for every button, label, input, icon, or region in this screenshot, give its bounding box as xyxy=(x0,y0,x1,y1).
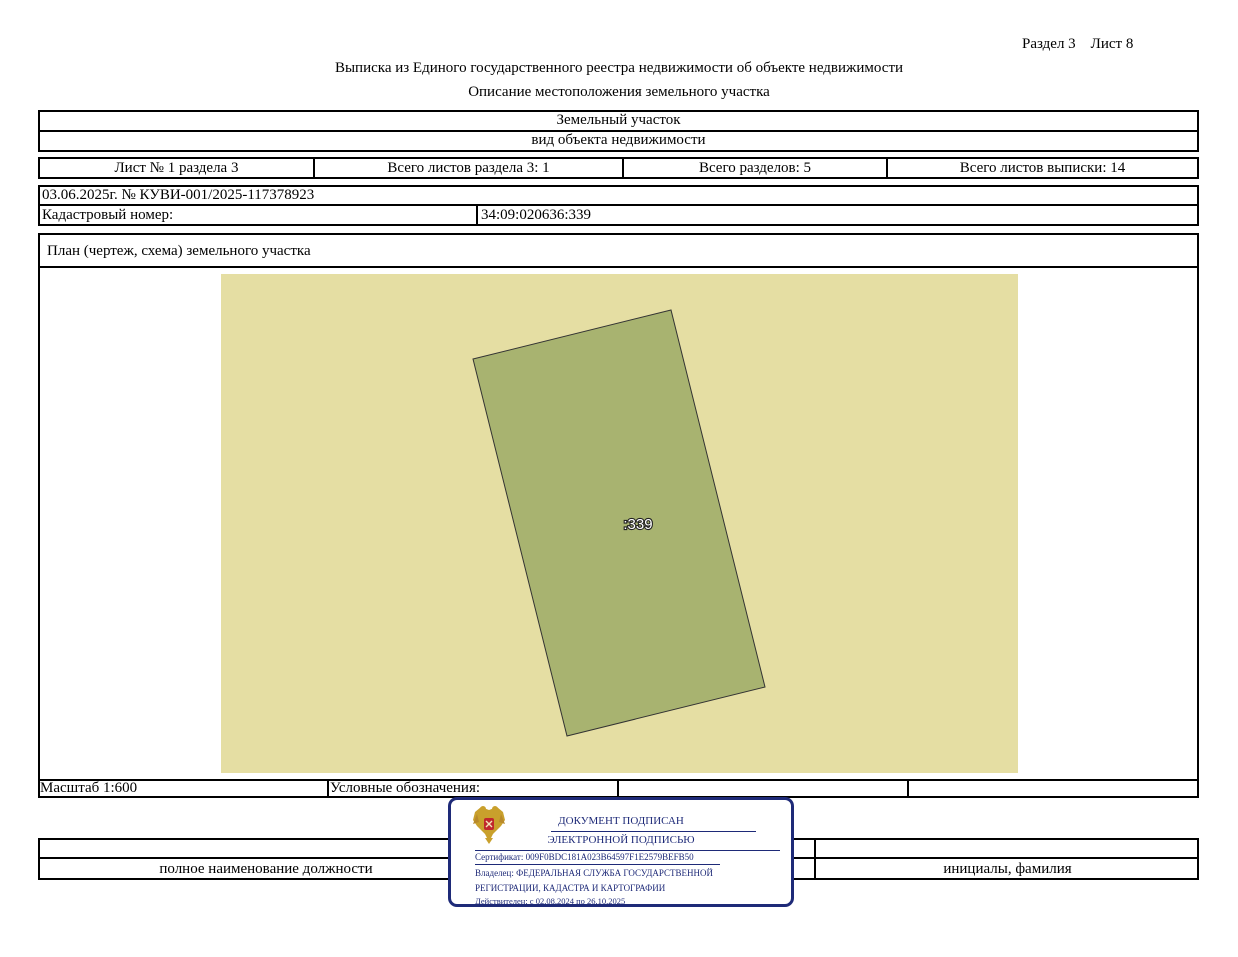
record-divider xyxy=(38,204,1199,206)
legend-divider-3 xyxy=(907,779,909,798)
parcel-number-label: :339 xyxy=(623,516,652,533)
position-caption: полное наименование должности xyxy=(159,861,373,877)
stamp-owner-line1: Владелец: ФЕДЕРАЛЬНАЯ СЛУЖБА ГОСУДАРСТВЕ… xyxy=(475,868,714,878)
total-sections: Всего разделов: 5 xyxy=(698,160,812,176)
record-date-number: 03.06.2025г. № КУВИ-001/2025-117378923 xyxy=(42,187,315,203)
cadastral-divider xyxy=(476,204,478,226)
stamp-certificate: Сертификат: 009F0BDC181A023B64597F1E2579… xyxy=(475,852,694,862)
cadastral-number-value: 34:09:020636:339 xyxy=(481,207,592,223)
legend-divider-2 xyxy=(617,779,619,798)
stamp-rule-1 xyxy=(551,831,756,832)
document-subtitle: Описание местоположения земельного участ… xyxy=(468,84,770,100)
stamp-valid-period: Действителен: с 02.08.2024 по 26.10.2025 xyxy=(475,896,626,906)
plan-map: :339 xyxy=(221,274,1018,773)
total-sheets-extract: Всего листов выписки: 14 xyxy=(959,160,1126,176)
section-sheet-label: Раздел 3 Лист 8 xyxy=(1022,36,1134,52)
sheet-of-section: Лист № 1 раздела 3 xyxy=(114,160,239,176)
object-type-value: Земельный участок xyxy=(556,112,681,128)
stamp-rule-3 xyxy=(475,864,720,865)
plan-title: План (чертеж, схема) земельного участка xyxy=(47,243,311,259)
legend-label: Условные обозначения: xyxy=(330,780,481,796)
document-title: Выписка из Единого государственного реес… xyxy=(334,60,904,76)
cadastral-number-label: Кадастровый номер: xyxy=(42,207,174,223)
stamp-rule-2 xyxy=(475,850,780,851)
plan-title-divider xyxy=(38,266,1199,268)
name-caption: инициалы, фамилия xyxy=(943,861,1072,877)
stamp-title-line1: ДОКУМЕНТ ПОДПИСАН xyxy=(558,815,684,827)
stamp-owner-line2: РЕГИСТРАЦИИ, КАДАСТРА И КАРТОГРАФИИ xyxy=(475,883,666,893)
total-sheets-section: Всего листов раздела 3: 1 xyxy=(387,160,550,176)
electronic-signature-stamp: ДОКУМЕНТ ПОДПИСАН ЭЛЕКТРОННОЙ ПОДПИСЬЮ С… xyxy=(448,797,794,907)
legend-divider-1 xyxy=(327,779,329,798)
object-type-caption: вид объекта недвижимости xyxy=(531,132,706,148)
plan-map-svg: :339 xyxy=(221,274,1018,773)
scale-label: Масштаб 1:600 xyxy=(40,780,138,796)
stamp-title-line2: ЭЛЕКТРОННОЙ ПОДПИСЬЮ xyxy=(547,834,695,846)
